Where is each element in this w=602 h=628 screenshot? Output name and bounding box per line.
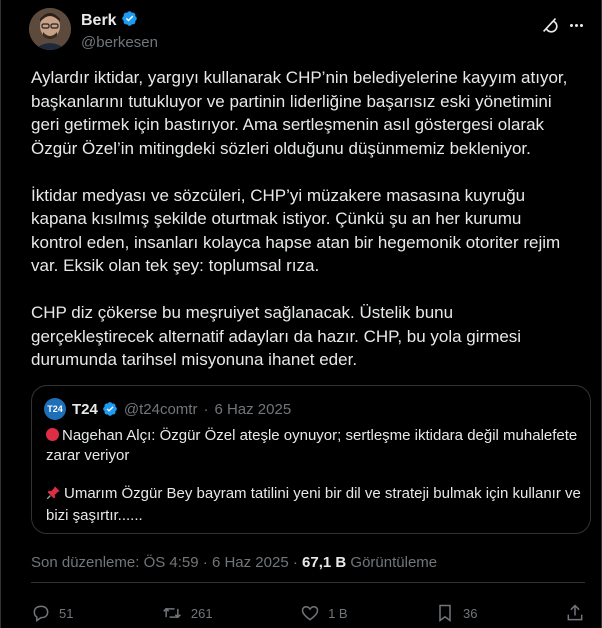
author-handle[interactable]: @berkesen bbox=[81, 34, 158, 51]
repost-button[interactable]: 261 bbox=[161, 603, 213, 623]
author-names: Berk @berkesen bbox=[81, 10, 158, 51]
quoted-author-avatar: T24 bbox=[44, 398, 66, 420]
verified-badge-icon bbox=[121, 10, 138, 32]
like-count: 1 B bbox=[328, 605, 348, 621]
views-label: Görüntüleme bbox=[350, 554, 438, 571]
bookmark-count: 36 bbox=[463, 605, 478, 621]
tweet-container: Berk @berkesen Aylardır iktidar, yargıyı… bbox=[0, 0, 602, 628]
share-icon bbox=[565, 603, 585, 623]
quoted-line: Nagehan Alçı: Özgür Özel ateşle oynuyor;… bbox=[46, 427, 578, 464]
tweet-paragraph: İktidar medyası ve sözcüleri, CHP’yi müz… bbox=[31, 185, 561, 276]
quoted-line: Umarım Özgür Bey bayram tatilini yeni bi… bbox=[46, 485, 581, 524]
edited-label[interactable]: Son düzenleme: ÖS 4:59 bbox=[31, 554, 199, 571]
like-button[interactable]: 1 B bbox=[300, 603, 348, 623]
reply-icon bbox=[31, 603, 51, 623]
tweet-date[interactable]: 6 Haz 2025 bbox=[212, 554, 289, 571]
verified-badge-icon bbox=[102, 401, 118, 418]
tweet-header: Berk @berkesen bbox=[29, 8, 585, 52]
quoted-tweet-header: T24 T24 @t24comtr · 6 Haz 2025 bbox=[44, 398, 291, 420]
meta-separator: · bbox=[202, 554, 208, 571]
author-avatar[interactable] bbox=[29, 8, 71, 50]
meta-separator: · bbox=[292, 554, 298, 571]
views-count: 67,1 B bbox=[302, 554, 347, 571]
author-display-name[interactable]: Berk bbox=[81, 12, 117, 30]
quoted-author-name: T24 bbox=[72, 400, 98, 418]
reply-button[interactable]: 51 bbox=[31, 603, 73, 623]
quoted-author-handle: @t24comtr bbox=[123, 400, 198, 418]
quoted-date: 6 Haz 2025 bbox=[214, 400, 292, 418]
repost-count: 261 bbox=[190, 605, 213, 621]
quoted-separator: · bbox=[203, 400, 209, 418]
more-icon[interactable] bbox=[567, 12, 585, 38]
repost-icon bbox=[161, 603, 183, 623]
bookmark-button[interactable]: 36 bbox=[435, 603, 478, 623]
reply-count: 51 bbox=[59, 605, 74, 621]
grok-icon[interactable] bbox=[537, 12, 563, 38]
red-circle-icon bbox=[46, 428, 59, 441]
like-icon bbox=[300, 603, 320, 623]
tweet-paragraph: CHP diz çökerse bu meşruiyet sağlanacak.… bbox=[31, 303, 522, 369]
divider bbox=[31, 582, 585, 583]
quoted-tweet-body: Nagehan Alçı: Özgür Özel ateşle oynuyor;… bbox=[46, 426, 586, 544]
tweet-body: Aylardır iktidar, yargıyı kullanarak CHP… bbox=[31, 66, 576, 395]
bookmark-icon bbox=[435, 603, 455, 623]
action-bar: 51 261 1 B 36 bbox=[31, 598, 585, 628]
pushpin-icon bbox=[46, 485, 61, 506]
tweet-paragraph: Aylardır iktidar, yargıyı kullanarak CHP… bbox=[31, 68, 568, 158]
share-button[interactable] bbox=[565, 603, 585, 623]
tweet-meta: Son düzenleme: ÖS 4:59 · 6 Haz 2025 · 67… bbox=[31, 554, 437, 571]
quoted-tweet[interactable]: T24 T24 @t24comtr · 6 Haz 2025 Nagehan A… bbox=[31, 385, 591, 534]
